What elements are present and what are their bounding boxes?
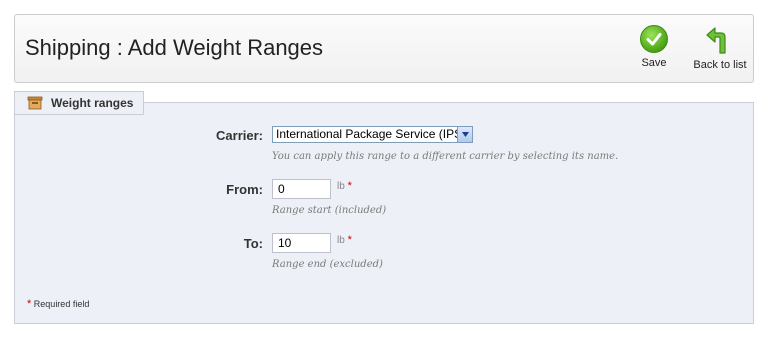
to-unit: lb * xyxy=(337,234,352,246)
from-hint: Range start (included) xyxy=(272,205,387,216)
carrier-selected-value: International Package Service (IPS) xyxy=(276,127,467,141)
carrier-select[interactable]: International Package Service (IPS) xyxy=(272,126,473,143)
back-arrow-icon xyxy=(706,27,726,54)
checkmark-icon xyxy=(640,25,668,53)
carrier-hint: You can apply this range to a different … xyxy=(272,151,619,162)
to-unit-text: lb xyxy=(337,235,345,246)
back-to-list-label: Back to list xyxy=(693,59,747,71)
carrier-label: Carrier: xyxy=(216,128,263,143)
required-note-text: Required field xyxy=(33,299,90,309)
chevron-down-icon[interactable] xyxy=(457,127,472,142)
save-label: Save xyxy=(641,57,667,69)
from-unit: lb * xyxy=(337,180,352,192)
from-required-star: * xyxy=(347,180,352,192)
from-input[interactable] xyxy=(272,179,331,199)
to-input[interactable] xyxy=(272,233,331,253)
back-to-list-button[interactable]: Back to list xyxy=(689,25,751,71)
from-unit-text: lb xyxy=(337,181,345,192)
save-button[interactable]: Save xyxy=(639,25,669,69)
required-field-note: * Required field xyxy=(27,298,89,310)
to-label: To: xyxy=(243,236,263,251)
fieldset-legend: Weight ranges xyxy=(14,91,145,115)
page-title: Shipping : Add Weight Ranges xyxy=(25,35,324,60)
legend-label: Weight ranges xyxy=(51,96,134,110)
to-hint: Range end (excluded) xyxy=(272,259,383,270)
box-icon xyxy=(27,96,43,110)
from-label: From: xyxy=(226,182,263,197)
required-note-star: * xyxy=(27,298,32,310)
page-header-toolbar: Shipping : Add Weight Ranges Save Back t… xyxy=(14,14,754,83)
to-required-star: * xyxy=(347,234,352,246)
